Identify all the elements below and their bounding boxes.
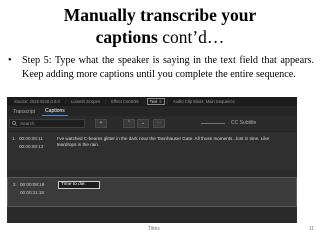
tab-captions[interactable]: Captions xyxy=(42,108,68,116)
caption-row-selected[interactable]: 2. 00:00:08:19 00:00:11:18 Time to die. xyxy=(7,177,297,207)
zoom-slider[interactable] xyxy=(201,123,225,124)
menu-separator: | xyxy=(166,99,168,104)
close-icon[interactable]: ≡ xyxy=(159,99,161,104)
cc-subtitle-track[interactable]: CC Subtitle xyxy=(231,120,256,126)
title-line-2-bold: captions xyxy=(95,27,158,47)
caption-text[interactable]: I’ve watched C-beams glitter in the dark… xyxy=(57,136,287,148)
menu-item-lumetri-scopes[interactable]: Lumetri Scopes xyxy=(68,99,103,104)
captions-toolbar: Search + ⌃ ⌄ ⋯ CC Subtitle xyxy=(7,116,297,131)
menu-item-source[interactable]: Source: 2022.0210.0.0.0 xyxy=(11,99,63,104)
tab-transcript[interactable]: Transcript xyxy=(10,109,38,116)
menu-item-text-label: Text xyxy=(149,99,158,104)
menu-separator: | xyxy=(143,99,145,104)
caption-in-time[interactable]: 00:00:08:19 xyxy=(20,182,44,187)
title-line-2-rest: cont’d… xyxy=(157,27,225,47)
caption-index: 1. xyxy=(12,136,16,141)
slide-footer: Titles xyxy=(148,226,160,232)
caption-out-time[interactable]: 00:00:08:13 xyxy=(19,144,43,149)
caption-row[interactable]: 1. 00:00:05:11 00:00:08:13 I’ve watched … xyxy=(7,131,297,171)
panel-menubar: Source: 2022.0210.0.0.0 | Lumetri Scopes… xyxy=(7,97,297,106)
bullet-text: Step 5: Type what the speaker is saying … xyxy=(22,55,314,80)
caption-in-time[interactable]: 00:00:05:11 xyxy=(19,136,43,141)
caption-text-field[interactable]: Time to die. xyxy=(58,181,100,189)
menu-separator: | xyxy=(105,99,107,104)
menu-item-text[interactable]: Text ≡ xyxy=(146,98,165,105)
caption-index: 2. xyxy=(13,182,17,187)
bullet-point: • Step 5: Type what the speaker is sayin… xyxy=(8,54,314,81)
panel-tabs: Transcript Captions xyxy=(7,106,297,116)
menu-separator: | xyxy=(64,99,66,104)
bullet-dot-icon: • xyxy=(8,55,12,66)
more-options-button[interactable]: ⋯ xyxy=(153,119,165,128)
search-input[interactable]: Search xyxy=(9,119,85,128)
title-line-1: Manually transcribe your xyxy=(63,5,257,25)
page-number: 11 xyxy=(308,226,314,232)
caption-out-time[interactable]: 00:00:11:18 xyxy=(20,190,44,195)
menu-item-audio-clip-mixer[interactable]: Audio Clip Mixer: Main Sequence xyxy=(170,99,238,104)
menu-item-effect-controls[interactable]: Effect Controls xyxy=(108,99,141,104)
search-icon xyxy=(12,121,17,126)
add-caption-button[interactable]: + xyxy=(95,119,107,128)
search-placeholder: Search xyxy=(20,121,35,126)
panel-empty-area xyxy=(7,207,297,223)
previous-caption-button[interactable]: ⌃ xyxy=(123,119,135,128)
next-caption-button[interactable]: ⌄ xyxy=(137,119,149,128)
slide-title: Manually transcribe your captions cont’d… xyxy=(0,4,320,48)
captions-panel-screenshot: Source: 2022.0210.0.0.0 | Lumetri Scopes… xyxy=(7,97,297,223)
